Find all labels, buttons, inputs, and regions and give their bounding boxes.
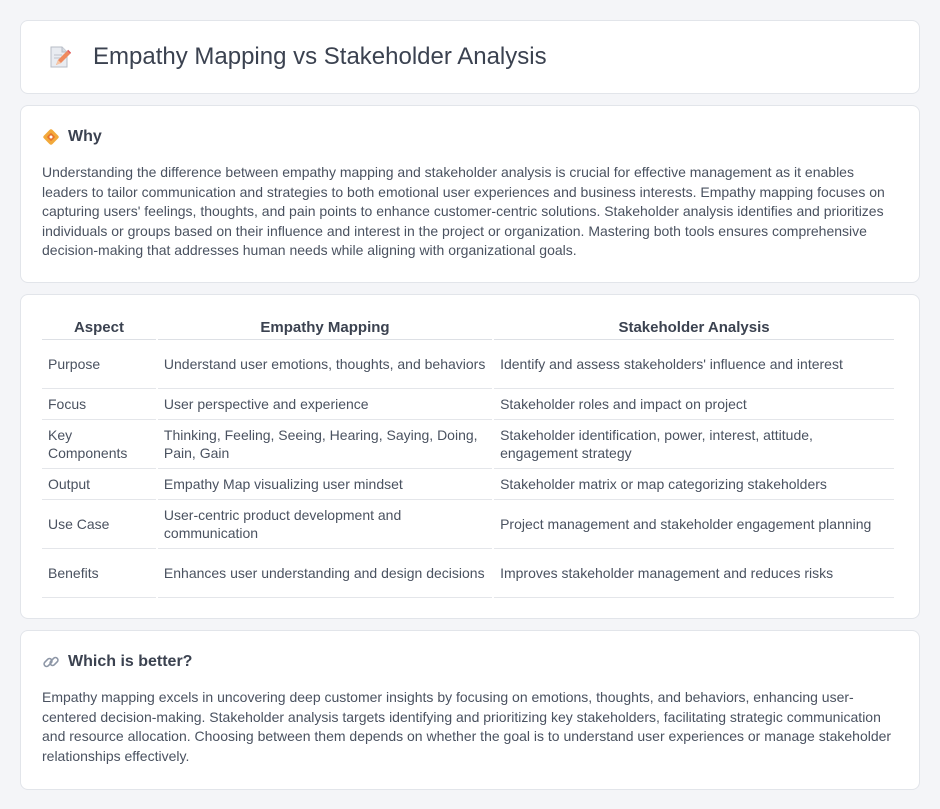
row-empathy-mapping: User perspective and experience bbox=[157, 389, 493, 420]
table-row: Purpose Understand user emotions, though… bbox=[42, 340, 894, 389]
which-is-better-section: Which is better? Empathy mapping excels … bbox=[20, 630, 920, 790]
row-stakeholder-analysis: Stakeholder identification, power, inter… bbox=[494, 420, 894, 469]
row-empathy-mapping: Enhances user understanding and design d… bbox=[157, 549, 493, 598]
table-row: Benefits Enhances user understanding and… bbox=[42, 549, 894, 598]
why-section: Why Understanding the difference between… bbox=[20, 105, 920, 283]
comparison-table: Aspect Empathy Mapping Stakeholder Analy… bbox=[40, 315, 896, 598]
table-row: Key Components Thinking, Feeling, Seeing… bbox=[42, 420, 894, 469]
header-aspect: Aspect bbox=[42, 315, 156, 340]
row-empathy-mapping: User-centric product development and com… bbox=[157, 500, 493, 549]
row-aspect: Key Components bbox=[42, 420, 156, 469]
row-empathy-mapping: Understand user emotions, thoughts, and … bbox=[157, 340, 493, 389]
header-stakeholder-analysis: Stakeholder Analysis bbox=[494, 315, 894, 340]
better-title: Which is better? bbox=[68, 653, 193, 670]
comparison-table-card: Aspect Empathy Mapping Stakeholder Analy… bbox=[20, 294, 920, 619]
row-aspect: Use Case bbox=[42, 500, 156, 549]
why-title: Why bbox=[68, 128, 102, 145]
table-header-row: Aspect Empathy Mapping Stakeholder Analy… bbox=[42, 315, 894, 340]
table-row: Focus User perspective and experience St… bbox=[42, 389, 894, 420]
link-icon bbox=[42, 653, 60, 671]
row-aspect: Purpose bbox=[42, 340, 156, 389]
document-pencil-icon bbox=[47, 45, 71, 69]
row-stakeholder-analysis: Project management and stakeholder engag… bbox=[494, 500, 894, 549]
page-title: Empathy Mapping vs Stakeholder Analysis bbox=[93, 43, 547, 70]
better-heading: Which is better? bbox=[42, 653, 899, 671]
header-empathy-mapping: Empathy Mapping bbox=[157, 315, 493, 340]
row-aspect: Output bbox=[42, 469, 156, 500]
row-stakeholder-analysis: Stakeholder roles and impact on project bbox=[494, 389, 894, 420]
table-row: Output Empathy Map visualizing user mind… bbox=[42, 469, 894, 500]
row-stakeholder-analysis: Identify and assess stakeholders' influe… bbox=[494, 340, 894, 389]
row-aspect: Benefits bbox=[42, 549, 156, 598]
row-aspect: Focus bbox=[42, 389, 156, 420]
row-stakeholder-analysis: Stakeholder matrix or map categorizing s… bbox=[494, 469, 894, 500]
better-text: Empathy mapping excels in uncovering dee… bbox=[42, 689, 892, 764]
row-stakeholder-analysis: Improves stakeholder management and redu… bbox=[494, 549, 894, 598]
header-card: Empathy Mapping vs Stakeholder Analysis bbox=[20, 20, 920, 94]
diamond-sign-icon bbox=[42, 128, 60, 146]
table-row: Use Case User-centric product developmen… bbox=[42, 500, 894, 549]
why-text: Understanding the difference between emp… bbox=[42, 164, 885, 258]
why-heading: Why bbox=[42, 128, 899, 146]
row-empathy-mapping: Empathy Map visualizing user mindset bbox=[157, 469, 493, 500]
row-empathy-mapping: Thinking, Feeling, Seeing, Hearing, Sayi… bbox=[157, 420, 493, 469]
